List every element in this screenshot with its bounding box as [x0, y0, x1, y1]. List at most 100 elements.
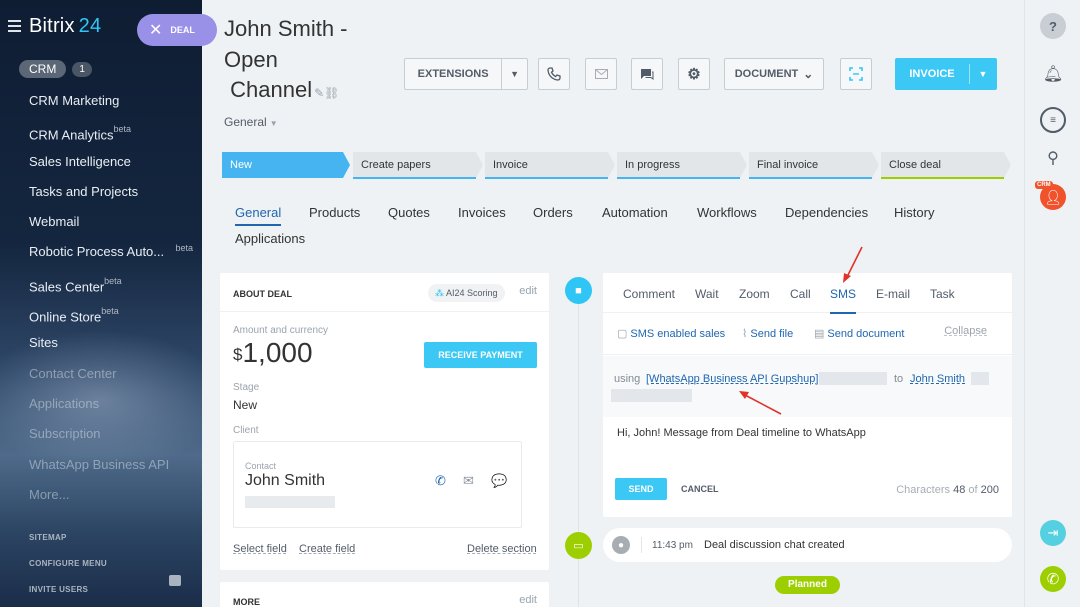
- sidebar-item-webmail[interactable]: Webmail: [0, 207, 202, 237]
- sidebar-item-contact-center[interactable]: Contact Center: [0, 359, 202, 389]
- menu-burger-icon[interactable]: [8, 20, 21, 32]
- tab-history[interactable]: History: [894, 205, 934, 220]
- sidebar-item-online-store[interactable]: Online Storebeta: [0, 298, 202, 328]
- sidebar-item-sites[interactable]: Sites: [0, 328, 202, 358]
- client-contact-box: Contact John Smith ✆ ✉ 💬: [233, 441, 522, 528]
- stage-create-papers[interactable]: Create papers: [353, 152, 483, 178]
- more-card: MORE edit: [220, 582, 549, 607]
- category-selector[interactable]: General ▼: [224, 115, 278, 129]
- receive-payment-button[interactable]: RECEIVE PAYMENT: [424, 342, 537, 368]
- sidebar-item-tasks-projects[interactable]: Tasks and Projects: [0, 177, 202, 207]
- stage-underline: [749, 177, 872, 179]
- tab-automation[interactable]: Automation: [602, 205, 668, 220]
- stage-final-invoice[interactable]: Final invoice: [749, 152, 879, 178]
- contact-name-link[interactable]: John Smith: [245, 472, 325, 490]
- sitemap-link[interactable]: SITEMAP: [29, 533, 67, 542]
- stage-new[interactable]: New: [222, 152, 350, 178]
- tab-quotes[interactable]: Quotes: [388, 205, 430, 220]
- extensions-button[interactable]: EXTENSIONS ▼: [404, 58, 528, 90]
- tab-comment[interactable]: Comment: [623, 287, 675, 301]
- tab-workflows[interactable]: Workflows: [697, 205, 757, 220]
- invoice-button[interactable]: INVOICE ▼: [895, 58, 997, 90]
- sidebar-item-whatsapp-api[interactable]: WhatsApp Business API: [0, 450, 202, 480]
- phone-icon[interactable]: ✆: [435, 473, 446, 489]
- close-deal-slider-button[interactable]: ✕ DEAL: [137, 14, 217, 46]
- stage-close-deal[interactable]: Close deal: [881, 152, 1011, 178]
- create-field-link[interactable]: Create field: [299, 543, 355, 555]
- tab-orders[interactable]: Orders: [533, 205, 573, 220]
- tab-wait[interactable]: Wait: [695, 287, 719, 301]
- sidebar-item-sales-intelligence[interactable]: Sales Intelligence: [0, 147, 202, 177]
- configure-menu-link[interactable]: CONFIGURE MENU: [29, 559, 107, 568]
- envelope-icon[interactable]: ✉: [463, 473, 474, 489]
- crm-section-header[interactable]: CRM 1: [19, 60, 92, 78]
- help-icon[interactable]: ?: [1040, 13, 1066, 39]
- provider-selector[interactable]: [WhatsApp Business API Gupshup]: [646, 373, 818, 385]
- sms-enabled-sales-link[interactable]: ▢ SMS enabled sales: [617, 327, 725, 340]
- chat-bubble-icon[interactable]: 💬: [491, 473, 507, 489]
- tab-applications[interactable]: Applications: [235, 231, 305, 246]
- beta-label: beta: [104, 275, 122, 286]
- tab-task[interactable]: Task: [930, 287, 955, 301]
- messenger-icon[interactable]: ≡: [1040, 107, 1066, 133]
- sidebar-item-crm-analytics[interactable]: CRM Analyticsbeta: [0, 116, 202, 146]
- call-button[interactable]: [538, 58, 570, 90]
- stage-invoice[interactable]: Invoice: [485, 152, 615, 178]
- document-button[interactable]: DOCUMENT ⌄: [724, 58, 824, 90]
- sidebar-item-sales-center[interactable]: Sales Centerbeta: [0, 268, 202, 298]
- tab-sms[interactable]: SMS: [830, 287, 857, 314]
- stage-underline: [617, 177, 740, 179]
- message-textarea[interactable]: Hi, John! Message from Deal timeline to …: [617, 427, 866, 439]
- send-document-link[interactable]: ▤ Send document: [814, 327, 904, 340]
- chevron-down-icon[interactable]: ▼: [970, 69, 996, 79]
- email-button[interactable]: [585, 58, 617, 90]
- edit-link[interactable]: edit: [519, 285, 537, 297]
- edit-link[interactable]: edit: [519, 594, 537, 606]
- tab-general[interactable]: General: [235, 205, 282, 226]
- crm-pill[interactable]: CRM: [19, 60, 67, 78]
- chat-button[interactable]: [631, 58, 663, 90]
- cancel-button[interactable]: CANCEL: [681, 484, 719, 494]
- scan-button[interactable]: [840, 58, 872, 90]
- sidebar-item-crm-marketing[interactable]: CRM Marketing: [0, 86, 202, 116]
- send-button[interactable]: SEND: [615, 478, 667, 500]
- printer-icon[interactable]: [169, 575, 181, 586]
- invite-users-link[interactable]: INVITE USERS: [29, 585, 88, 594]
- sidebar-item-applications[interactable]: Applications: [0, 389, 202, 419]
- stage-underline: [353, 177, 476, 179]
- sidebar-item-subscription[interactable]: Subscription: [0, 419, 202, 449]
- about-deal-card: ABOUT DEAL ⁂ AI24 Scoring edit Amount an…: [220, 273, 549, 570]
- envelope-icon: [594, 69, 608, 79]
- open-lines-icon[interactable]: ⇥: [1040, 520, 1066, 546]
- stage-value: New: [233, 398, 258, 412]
- send-file-link[interactable]: ⌇ Send file: [742, 327, 793, 340]
- tab-call[interactable]: Call: [790, 287, 811, 301]
- tab-email[interactable]: E-mail: [876, 287, 910, 301]
- select-field-link[interactable]: Select field: [233, 543, 287, 555]
- chevron-down-icon[interactable]: ▼: [502, 69, 527, 79]
- search-icon[interactable]: ⚲: [1040, 145, 1066, 171]
- bell-icon[interactable]: 🔔︎: [1040, 61, 1066, 87]
- collapse-link[interactable]: Collapse: [944, 325, 987, 337]
- timeline-message-icon: ■: [565, 277, 592, 304]
- gear-icon: ⚙: [687, 66, 701, 83]
- edit-title-pencil-icon[interactable]: ✎⛓: [314, 86, 339, 100]
- sidebar-item-rpa[interactable]: Robotic Process Auto... beta: [0, 237, 202, 267]
- bitrix-logo[interactable]: Bitrix 24: [29, 15, 101, 38]
- delete-section-link[interactable]: Delete section: [467, 543, 537, 555]
- left-sidebar: Bitrix 24 CRM 1 CRM Marketing CRM Analyti…: [0, 0, 202, 607]
- recipient-selector[interactable]: John Smith: [910, 373, 965, 385]
- sidebar-item-more[interactable]: More...: [0, 480, 202, 510]
- right-rail: ? 🔔︎ ≡ ⚲ 👤︎ ⇥ ✆: [1024, 0, 1080, 607]
- timeline-editor: Comment Wait Zoom Call SMS E-mail Task ▢…: [603, 273, 1012, 517]
- tab-invoices[interactable]: Invoices: [458, 205, 506, 220]
- stage-in-progress[interactable]: In progress: [617, 152, 747, 178]
- tab-products[interactable]: Products: [309, 205, 360, 220]
- ai-scoring-badge[interactable]: ⁂ AI24 Scoring: [428, 284, 505, 302]
- divider: [220, 311, 549, 312]
- settings-button[interactable]: ⚙: [678, 58, 710, 90]
- scan-frame-icon: [849, 67, 863, 81]
- tab-zoom[interactable]: Zoom: [739, 287, 770, 301]
- tab-dependencies[interactable]: Dependencies: [785, 205, 868, 220]
- telephony-icon[interactable]: ✆: [1040, 566, 1066, 592]
